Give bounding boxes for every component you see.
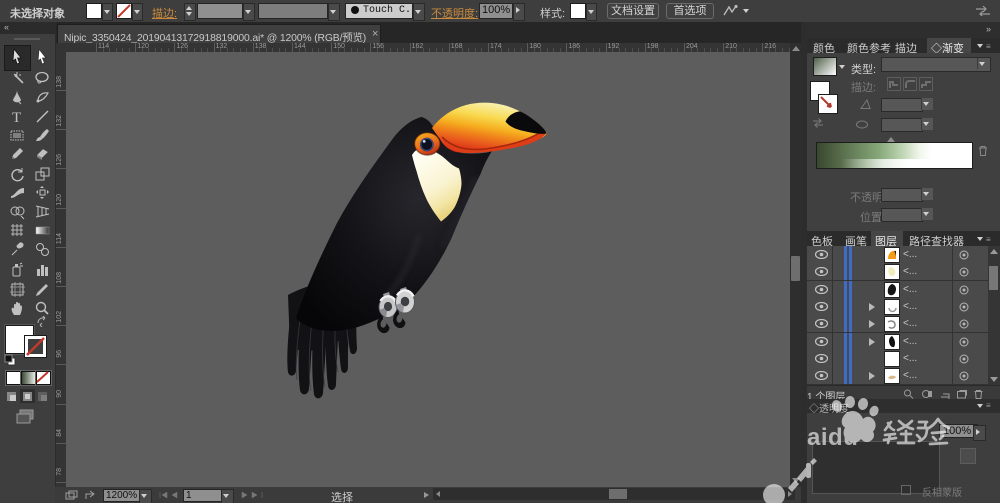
svg-text:T: T (12, 110, 21, 125)
